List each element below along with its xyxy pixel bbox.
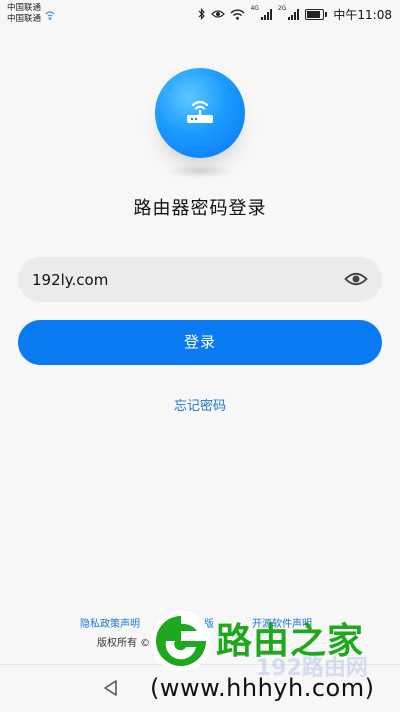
password-field[interactable] xyxy=(18,257,382,302)
eye-comfort-icon xyxy=(211,10,226,18)
carrier-name-2: 中国联通 xyxy=(7,14,42,24)
carrier-name-1: 中国联通 xyxy=(7,3,42,13)
status-bar: 中国联通 中国联通 4G 2G 中午11:08 xyxy=(0,0,400,28)
login-button[interactable]: 登录 xyxy=(18,320,382,365)
signal-4g-icon xyxy=(260,8,272,20)
network-4g-label: 4G xyxy=(250,5,259,12)
carrier-info: 中国联通 中国联通 xyxy=(7,3,41,25)
copyright-text: 版权所有 © xyxy=(97,638,151,649)
watermark-url-text: (www.hhhyh.com) xyxy=(150,674,375,702)
app-logo xyxy=(155,68,245,178)
password-input[interactable] xyxy=(32,257,332,302)
logo-circle xyxy=(155,68,245,158)
back-icon[interactable] xyxy=(101,678,121,698)
status-icons: 4G 2G 中午11:08 xyxy=(198,6,392,22)
watermark-logo-icon xyxy=(151,611,211,671)
status-time: 中午11:08 xyxy=(333,7,392,22)
forgot-password-link[interactable]: 忘记密码 xyxy=(0,395,400,414)
signal-2g-icon xyxy=(288,8,300,20)
logo-shadow xyxy=(165,164,235,178)
battery-icon xyxy=(305,8,328,20)
page-title: 路由器密码登录 xyxy=(133,198,267,219)
hotspot-icon xyxy=(45,11,55,20)
network-2g-label: 2G xyxy=(277,5,287,12)
battery-level xyxy=(307,10,321,18)
privacy-policy-link[interactable]: 隐私政策声明 xyxy=(80,615,140,630)
watermark: 路由之家 192路由网 (www.hhhyh.com) xyxy=(150,600,400,711)
eye-icon[interactable] xyxy=(344,270,368,288)
router-icon xyxy=(187,101,213,123)
bluetooth-icon xyxy=(199,8,206,20)
watermark-url: (www.hhhyh.com) xyxy=(150,674,374,702)
wifi-icon xyxy=(230,9,245,20)
